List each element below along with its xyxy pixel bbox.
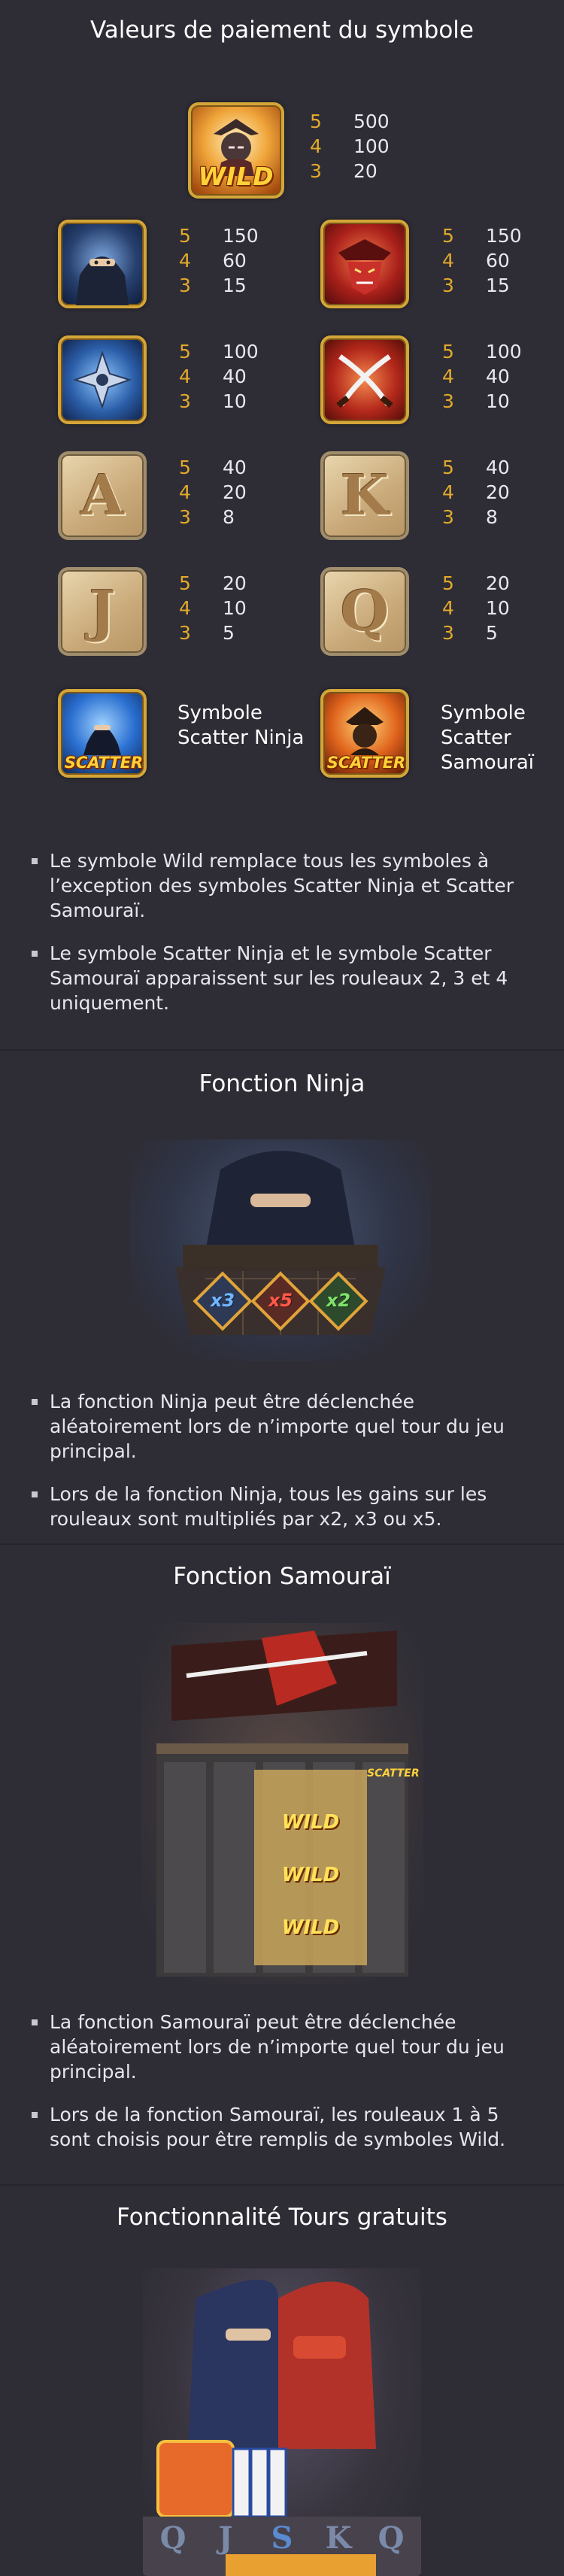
scatter-samurai-icon: SCATTER xyxy=(320,689,409,778)
reel-letter: J xyxy=(218,2520,233,2556)
rules-list: Le symbole Wild remplace tous les symbol… xyxy=(30,848,541,1033)
letter-a-paytable: 5 40 4 20 38 xyxy=(179,457,247,528)
list-item: Le symbole Scatter Ninja et le symbole S… xyxy=(30,941,541,1015)
samurai-feature-list: La fonction Samouraï peut être déclenché… xyxy=(30,2010,541,2170)
pay-row: 3 20 xyxy=(310,160,378,182)
paytable-section: Valeurs de paiement du symbole WILD 5 500… xyxy=(0,0,564,1049)
multiplier-badge: x5 xyxy=(268,1290,293,1311)
list-item: Lors de la fonction Samouraï, les roulea… xyxy=(30,2102,541,2152)
ninja-paytable: 5 150 4 60 3 15 xyxy=(179,225,259,296)
scatter-label: SCATTER xyxy=(64,754,144,772)
samurai-feature-section: Fonction Samouraï WILD WILD WILD SCATTER… xyxy=(0,1545,564,2184)
free-spins-title: Fonctionnalité Tours gratuits xyxy=(117,2204,447,2231)
list-item: La fonction Ninja peut être déclenchée a… xyxy=(30,1389,541,1464)
letter-q-icon: Q xyxy=(320,567,409,656)
ninja-feature-section: Fonction Ninja x3 x5 x2 La fonction Ninj… xyxy=(0,1051,564,1543)
list-item: Lors de la fonction Ninja, tous les gain… xyxy=(30,1482,541,1531)
reel-letter: S xyxy=(271,2520,293,2556)
wild-paytable: 5 500 4 100 3 20 xyxy=(310,109,390,184)
ninja-feature-list: La fonction Ninja peut être déclenchée a… xyxy=(30,1389,541,1549)
scatter-samurai-name: Symbole Scatter Samouraï xyxy=(441,702,534,774)
samurai-mask-paytable: 5 150 4 60 3 15 xyxy=(442,225,522,296)
scatter-label: SCATTER xyxy=(367,1767,420,1780)
reel-letter: Q xyxy=(378,2520,405,2556)
wild-label: WILD xyxy=(281,1811,340,1834)
samurai-feature-title: Fonction Samouraï xyxy=(173,1563,391,1590)
ninja-feature-illustration: x3 x5 x2 xyxy=(130,1139,431,1361)
multiplier-badge: x3 xyxy=(210,1290,235,1311)
crossed-swords-icon xyxy=(320,335,409,424)
letter-j-icon: J xyxy=(58,567,147,656)
reel-letter: K xyxy=(325,2520,352,2556)
scatter-ninja-name: Symbole Scatter Ninja xyxy=(177,702,305,749)
free-spins-illustration: Q J S K Q xyxy=(143,2268,421,2576)
letter-j-paytable: 5 20 4 10 35 xyxy=(179,572,247,644)
scatter-ninja-icon: SCATTER xyxy=(58,689,147,778)
wild-samurai-icon: WILD xyxy=(188,102,284,199)
wild-label: WILD xyxy=(281,1864,340,1886)
multiplier-badge: x2 xyxy=(326,1290,351,1311)
samurai-feature-illustration: WILD WILD WILD SCATTER xyxy=(141,1623,423,1984)
list-item: La fonction Samouraï peut être déclenché… xyxy=(30,2010,541,2084)
letter-k-icon: K xyxy=(320,451,409,540)
pay-row: 4 100 xyxy=(310,135,390,157)
ninja-icon xyxy=(58,220,147,308)
pay-row: 5 500 xyxy=(310,111,390,132)
wild-label: WILD xyxy=(281,1916,340,1939)
letter-q-paytable: 5 20 4 10 35 xyxy=(442,572,510,644)
scatter-label: SCATTER xyxy=(326,754,406,772)
paytable-title: Valeurs de paiement du symbole xyxy=(90,17,474,44)
ninja-feature-title: Fonction Ninja xyxy=(199,1070,365,1097)
list-item: Le symbole Wild remplace tous les symbol… xyxy=(30,848,541,923)
free-spins-section: Fonctionnalité Tours gratuits Q J S K Q xyxy=(0,2186,564,2576)
letter-k-paytable: 5 40 4 20 38 xyxy=(442,457,510,528)
shuriken-paytable: 5 100 4 40 3 10 xyxy=(179,341,259,412)
letter-a-icon: A xyxy=(58,451,147,540)
shuriken-icon xyxy=(58,335,147,424)
wild-label: WILD xyxy=(198,162,274,191)
reel-letter: Q xyxy=(159,2520,186,2556)
samurai-mask-icon xyxy=(320,220,409,308)
crossed-swords-paytable: 5 100 4 40 3 10 xyxy=(442,341,522,412)
